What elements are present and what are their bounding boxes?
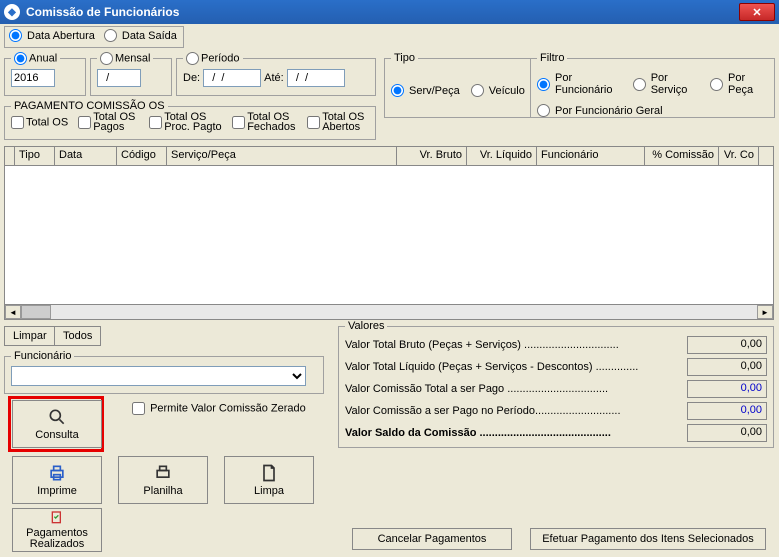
imprime-button[interactable]: Imprime bbox=[12, 456, 102, 504]
table-body[interactable] bbox=[4, 166, 774, 304]
pagamentos-realizados-button[interactable]: Pagamentos Realizados bbox=[12, 508, 102, 552]
val-bruto: 0,00 bbox=[687, 336, 767, 354]
col-vr-bruto[interactable]: Vr. Bruto bbox=[397, 147, 467, 165]
label-periodo: Período bbox=[201, 52, 240, 64]
limpa-button[interactable]: Limpa bbox=[224, 456, 314, 504]
planilha-label: Planilha bbox=[143, 485, 182, 497]
scroll-right-icon[interactable]: ► bbox=[757, 305, 773, 319]
consulta-button[interactable]: Consulta bbox=[12, 400, 102, 448]
radio-por-peca[interactable] bbox=[710, 78, 723, 91]
radio-anual[interactable] bbox=[14, 52, 27, 65]
label-serv-peca: Serv/Peça bbox=[409, 85, 460, 97]
label-de: De: bbox=[183, 72, 200, 84]
input-mensal[interactable] bbox=[97, 69, 141, 87]
scroll-left-icon[interactable]: ◄ bbox=[5, 305, 21, 319]
lbl-val-com-total: Valor Comissão Total a ser Pago ........… bbox=[345, 383, 687, 395]
chk-total-os-abert[interactable] bbox=[307, 116, 320, 129]
lbl-val-liquido: Valor Total Líquido (Peças + Serviços - … bbox=[345, 361, 687, 373]
document-check-icon bbox=[49, 510, 65, 526]
label-anual: Anual bbox=[29, 52, 57, 64]
todos-button[interactable]: Todos bbox=[54, 326, 101, 346]
limpa-label: Limpa bbox=[254, 485, 284, 497]
radio-por-func-geral[interactable] bbox=[537, 104, 550, 117]
search-icon bbox=[47, 407, 67, 427]
label-ate: Até: bbox=[264, 72, 284, 84]
app-icon: ◆ bbox=[4, 4, 20, 20]
chk-total-os-proc[interactable] bbox=[149, 116, 162, 129]
imprime-label: Imprime bbox=[37, 485, 77, 497]
input-de[interactable] bbox=[203, 69, 261, 87]
scroll-thumb[interactable] bbox=[21, 305, 51, 319]
legend-valores: Valores bbox=[345, 320, 387, 332]
chk-total-os[interactable] bbox=[11, 116, 24, 129]
lbl-total-os-abert: Total OS Abertos bbox=[322, 112, 368, 132]
close-button[interactable]: ✕ bbox=[739, 3, 775, 21]
col-vr-co[interactable]: Vr. Co bbox=[719, 147, 759, 165]
radio-data-abertura[interactable] bbox=[9, 29, 22, 42]
col-pct-com[interactable]: % Comissão bbox=[645, 147, 719, 165]
chk-permite-zerado[interactable] bbox=[132, 402, 145, 415]
input-ate[interactable] bbox=[287, 69, 345, 87]
cancelar-pagamentos-button[interactable]: Cancelar Pagamentos bbox=[352, 528, 512, 550]
horizontal-scrollbar[interactable]: ◄ ► bbox=[4, 304, 774, 320]
radio-data-saida[interactable] bbox=[104, 29, 117, 42]
label-por-func: Por Funcionário bbox=[555, 72, 624, 96]
label-por-func-geral: Por Funcionário Geral bbox=[555, 105, 663, 117]
lbl-val-com-periodo: Valor Comissão a ser Pago no Período....… bbox=[345, 405, 687, 417]
lbl-val-bruto: Valor Total Bruto (Peças + Serviços) ...… bbox=[345, 339, 687, 351]
radio-por-func[interactable] bbox=[537, 78, 550, 91]
val-com-periodo: 0,00 bbox=[687, 402, 767, 420]
radio-mensal[interactable] bbox=[100, 52, 113, 65]
col-tipo[interactable]: Tipo bbox=[15, 147, 55, 165]
window-title: Comissão de Funcionários bbox=[26, 5, 739, 19]
printer-icon bbox=[47, 463, 67, 483]
consulta-label: Consulta bbox=[35, 429, 78, 441]
lbl-total-os-pagos: Total OS Pagos bbox=[93, 112, 139, 132]
funcionario-select[interactable] bbox=[11, 366, 306, 386]
table-header: Tipo Data Código Serviço/Peça Vr. Bruto … bbox=[4, 146, 774, 166]
col-data[interactable]: Data bbox=[55, 147, 117, 165]
lbl-total-os-proc: Total OS Proc. Pagto bbox=[164, 112, 222, 132]
radio-periodo[interactable] bbox=[186, 52, 199, 65]
label-por-serv: Por Serviço bbox=[651, 72, 701, 96]
col-funcionario[interactable]: Funcionário bbox=[537, 147, 645, 165]
legend-pag-os: PAGAMENTO COMISSÃO OS bbox=[11, 100, 168, 112]
pag-realizados-label: Pagamentos Realizados bbox=[13, 528, 101, 550]
radio-por-serv[interactable] bbox=[633, 78, 646, 91]
printer2-icon bbox=[153, 463, 173, 483]
chk-total-os-pagos[interactable] bbox=[78, 116, 91, 129]
label-mensal: Mensal bbox=[115, 52, 150, 64]
val-saldo: 0,00 bbox=[687, 424, 767, 442]
lbl-permite-zerado: Permite Valor Comissão Zerado bbox=[150, 403, 306, 415]
document-icon bbox=[259, 463, 279, 483]
limpar-button[interactable]: Limpar bbox=[4, 326, 56, 346]
lbl-val-saldo: Valor Saldo da Comissão ................… bbox=[345, 427, 687, 439]
chk-total-os-fech[interactable] bbox=[232, 116, 245, 129]
lbl-total-os-fech: Total OS Fechados bbox=[247, 112, 297, 132]
input-anual[interactable] bbox=[11, 69, 55, 87]
label-veiculo: Veículo bbox=[489, 85, 525, 97]
col-vr-liquido[interactable]: Vr. Líquido bbox=[467, 147, 537, 165]
planilha-button[interactable]: Planilha bbox=[118, 456, 208, 504]
val-liquido: 0,00 bbox=[687, 358, 767, 376]
col-codigo[interactable]: Código bbox=[117, 147, 167, 165]
label-por-peca: Por Peça bbox=[728, 72, 768, 96]
label-data-saida: Data Saída bbox=[122, 30, 177, 42]
radio-veiculo[interactable] bbox=[471, 84, 484, 97]
legend-funcionario: Funcionário bbox=[11, 350, 74, 362]
val-com-total: 0,00 bbox=[687, 380, 767, 398]
radio-serv-peca[interactable] bbox=[391, 84, 404, 97]
col-serv-peca[interactable]: Serviço/Peça bbox=[167, 147, 397, 165]
lbl-total-os: Total OS bbox=[26, 116, 68, 128]
legend-tipo: Tipo bbox=[391, 52, 418, 64]
efetuar-pagamento-button[interactable]: Efetuar Pagamento dos Itens Selecionados bbox=[530, 528, 766, 550]
legend-filtro: Filtro bbox=[537, 52, 567, 64]
label-data-abertura: Data Abertura bbox=[27, 30, 95, 42]
